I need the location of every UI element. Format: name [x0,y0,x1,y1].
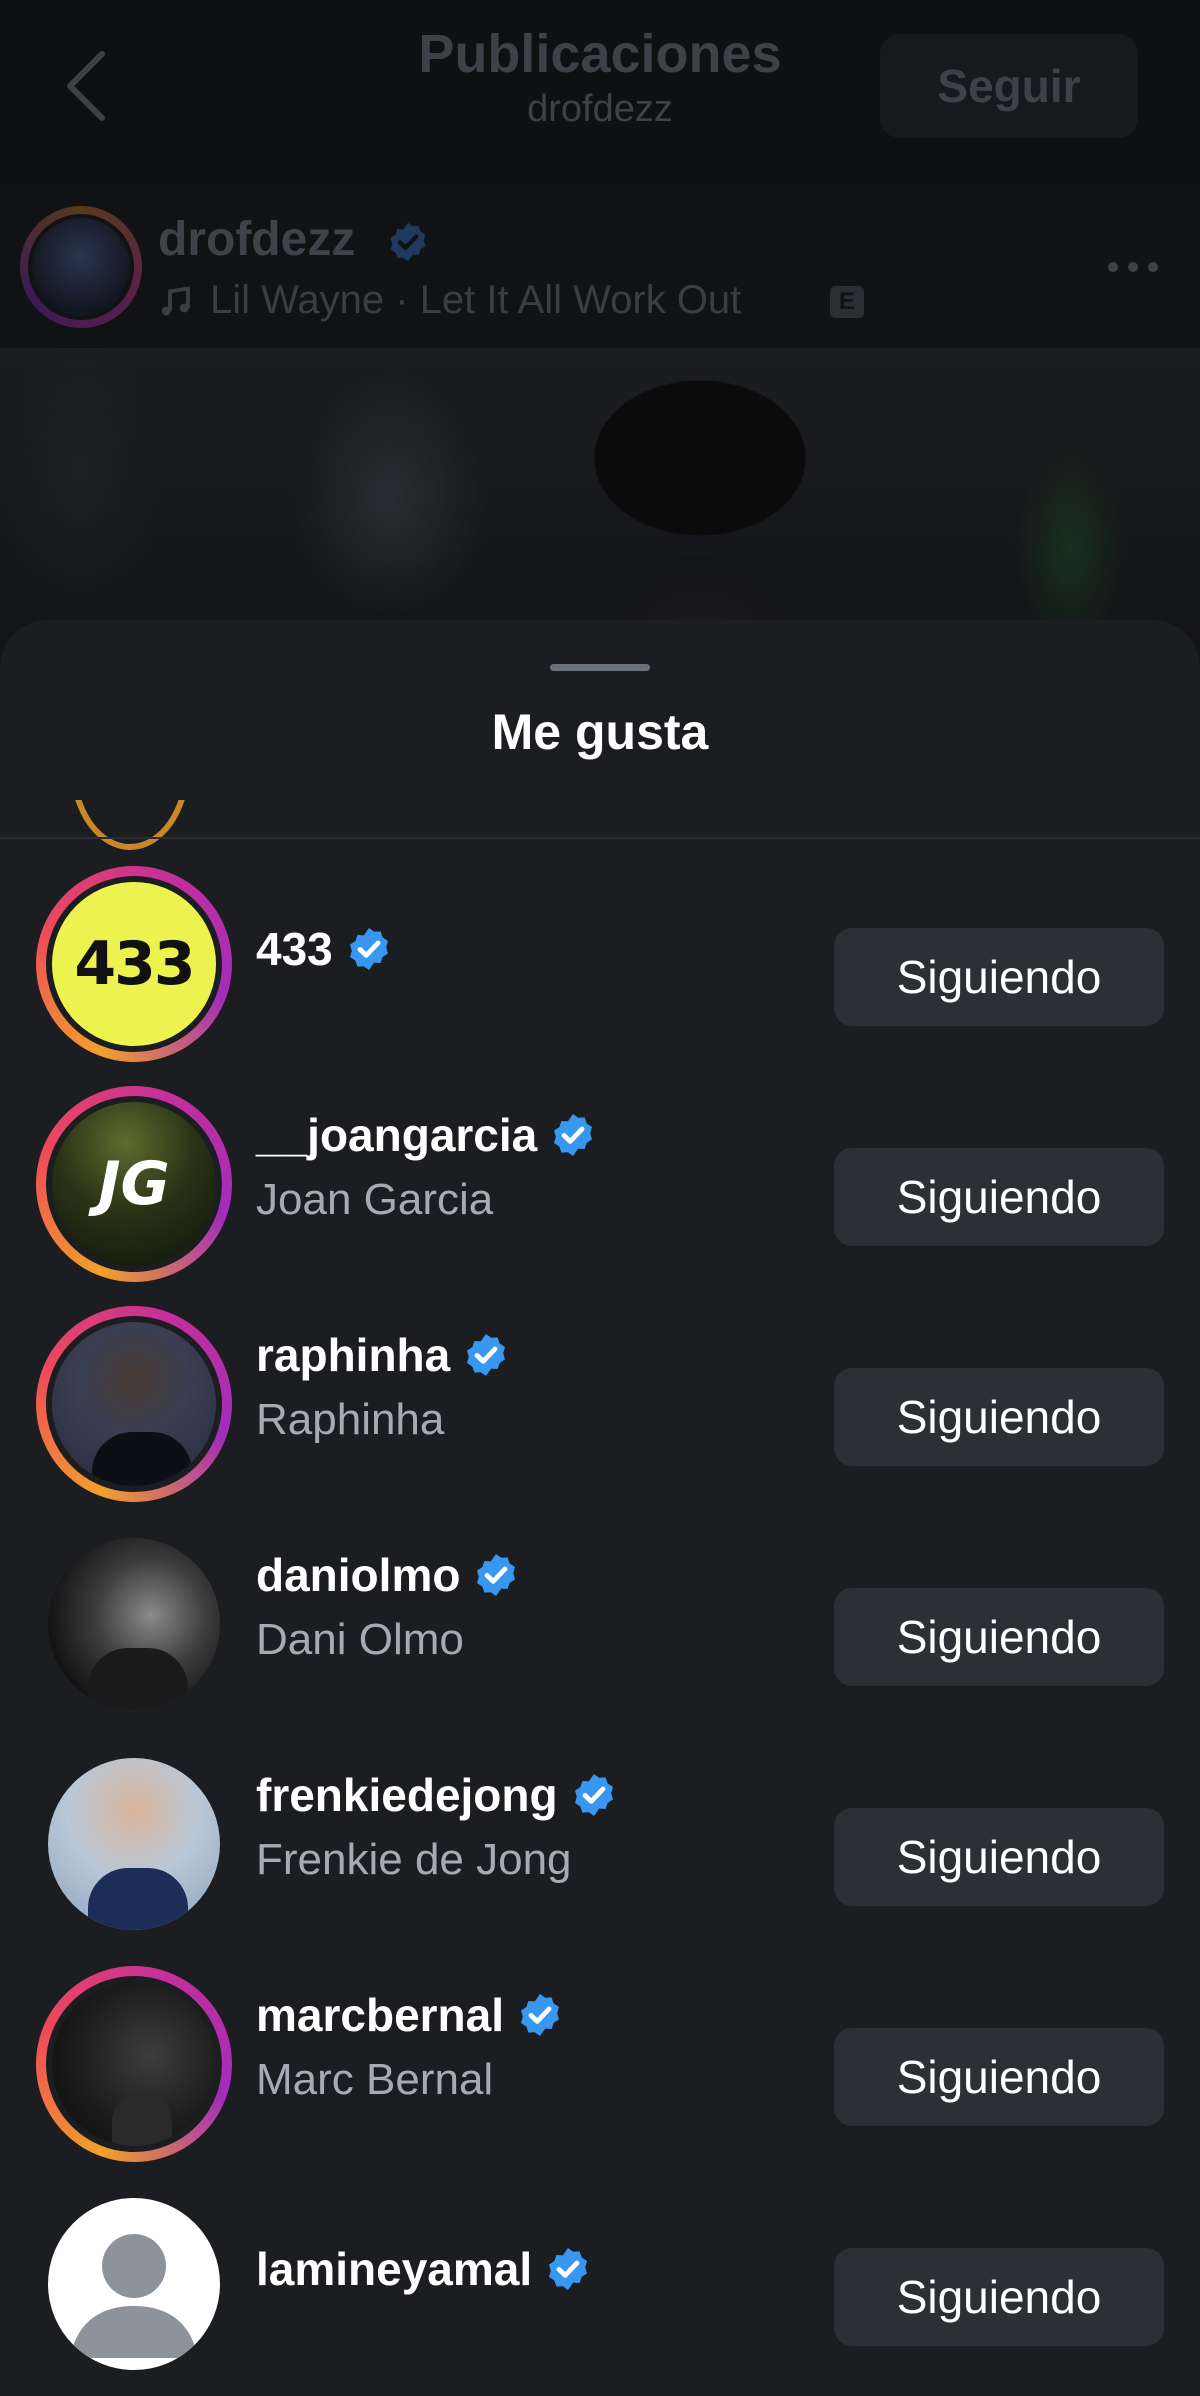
list-item[interactable]: 433 433 Siguiendo [0,840,1200,1062]
username[interactable]: lamineyamal [256,2242,532,2296]
full-name: Joan Garcia [256,1175,494,1224]
chevron-left-icon [67,51,105,121]
username-line: marcbernal [256,1980,564,2050]
sheet-divider [0,837,1200,839]
username-line: raphinha [256,1320,510,1390]
verified-badge-icon [521,1994,560,2036]
photo-avatar [48,1758,220,1930]
verified-badge-icon [477,1554,516,1596]
person-silhouette-icon [70,2234,198,2358]
username-line: lamineyamal [256,2234,592,2304]
following-button[interactable]: Siguiendo [834,2028,1164,2126]
username-line: 433 [256,914,393,984]
following-button[interactable]: Siguiendo [834,1148,1164,1246]
page-subtitle: drofdezz [527,88,673,130]
verified-badge-icon [390,222,426,262]
photo-avatar [46,1976,222,2152]
full-name: Frenkie de Jong [256,1835,572,1884]
top-navigation-bar: Publicaciones drofdezz Seguir [0,0,1200,184]
back-button[interactable] [58,46,118,126]
avatar[interactable]: 433 [36,866,232,1062]
full-name: Dani Olmo [256,1615,464,1664]
following-button[interactable]: Siguiendo [834,1808,1164,1906]
full-name: Marc Bernal [256,2055,494,2104]
verified-badge-icon [467,1334,506,1376]
full-name: Raphinha [256,1395,445,1444]
post-author-avatar-image [28,214,134,320]
username[interactable]: frenkiedejong [256,1768,558,1822]
avatar-logo-text: 433 [74,929,195,999]
avatar[interactable]: JG [36,1086,232,1282]
page-title-block: Publicaciones drofdezz [300,24,900,134]
following-button[interactable]: Siguiendo [834,1368,1164,1466]
list-item[interactable]: JG __joangarcia Joan Garcia Siguiendo [0,1060,1200,1282]
following-button[interactable]: Siguiendo [834,928,1164,1026]
username-line: frenkiedejong [256,1760,618,1830]
avatar[interactable] [36,2186,232,2382]
username[interactable]: raphinha [256,1328,450,1382]
list-item[interactable]: daniolmo Dani Olmo Siguiendo [0,1500,1200,1720]
username[interactable]: __joangarcia [256,1108,537,1162]
post-page-background: Publicaciones drofdezz Seguir drofdezz L… [0,0,1200,680]
verified-badge-icon [349,928,388,970]
avatar-figure [88,1648,188,1710]
sheet-title: Me gusta [491,704,709,760]
more-options-icon[interactable] [1104,252,1162,282]
avatar-figure [92,1432,192,1486]
username[interactable]: daniolmo [256,1548,460,1602]
post-music-track[interactable]: Lil Wayne · Let It All Work Out [210,272,741,328]
page-title: Publicaciones [418,24,782,84]
avatar[interactable] [36,1306,232,1502]
post-author-username[interactable]: drofdezz [158,212,355,268]
default-avatar [48,2198,220,2370]
explicit-badge: E [830,286,864,318]
sheet-drag-handle[interactable] [550,664,650,671]
list-item[interactable]: raphinha Raphinha Siguiendo [0,1280,1200,1502]
post-author-avatar[interactable] [20,206,142,328]
photo-avatar [46,1316,222,1492]
list-item[interactable]: lamineyamal Siguiendo [0,2160,1200,2380]
username[interactable]: marcbernal [256,1988,504,2042]
avatar-figure [112,2092,172,2146]
verified-badge-icon [554,1114,593,1156]
username-line: daniolmo [256,1540,520,1610]
username[interactable]: 433 [256,922,333,976]
following-button[interactable]: Siguiendo [834,2248,1164,2346]
avatar[interactable] [36,1746,232,1942]
avatar[interactable] [36,1966,232,2162]
avatar[interactable] [36,1526,232,1722]
433-logo-avatar: 433 [46,876,222,1052]
photo-avatar [48,1538,220,1710]
list-item[interactable]: frenkiedejong Frenkie de Jong Siguiendo [0,1720,1200,1940]
music-note-icon [161,286,190,316]
jg-logo-avatar: JG [46,1096,222,1272]
likes-bottom-sheet: Me gusta 433 433 Siguiendo JG __joangarc… [0,620,1200,2396]
avatar-figure [88,1868,188,1930]
verified-badge-icon [574,1774,613,1816]
verified-badge-icon [549,2248,588,2290]
following-button[interactable]: Siguiendo [834,1588,1164,1686]
avatar-logo-text: JG [98,1149,170,1219]
list-item[interactable]: marcbernal Marc Bernal Siguiendo [0,1940,1200,2162]
follow-button[interactable]: Seguir [880,34,1138,138]
username-line: __joangarcia [256,1100,597,1170]
